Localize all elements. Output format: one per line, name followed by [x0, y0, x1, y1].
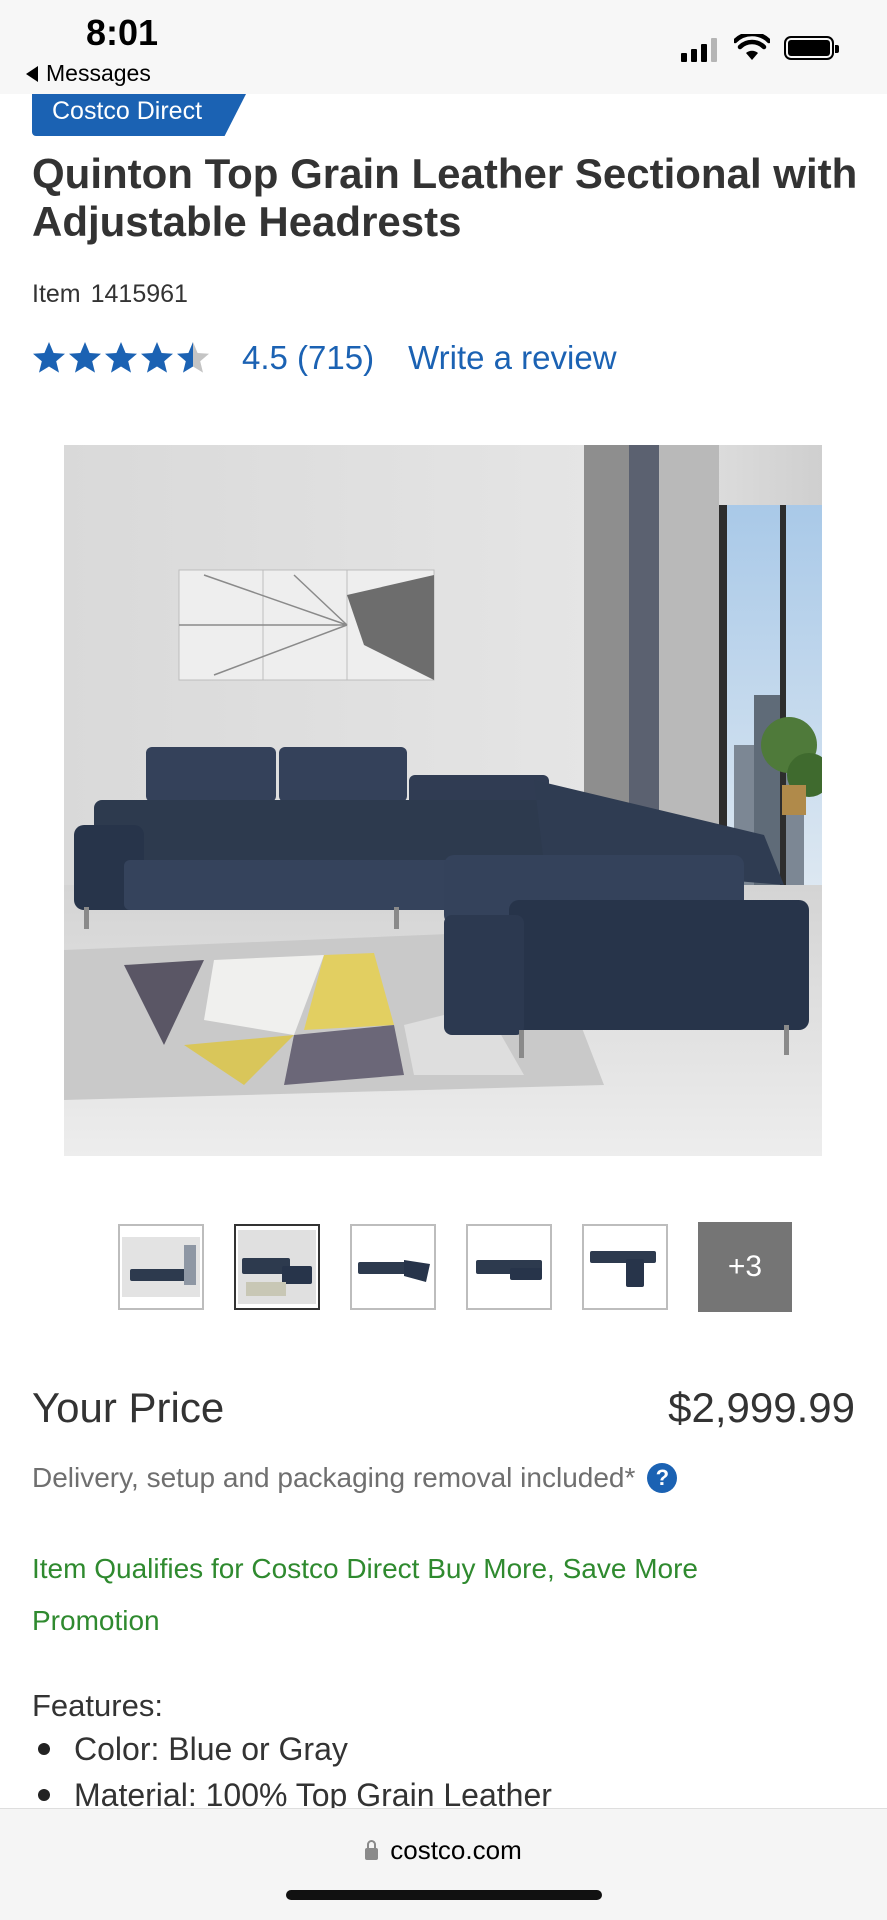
star-icon	[105, 342, 137, 373]
feature-item: Color: Blue or Gray	[32, 1726, 552, 1772]
features-list: Color: Blue or Gray Material: 100% Top G…	[32, 1726, 552, 1818]
costco-direct-badge: Costco Direct	[32, 94, 246, 136]
delivery-note-text: Delivery, setup and packaging removal in…	[32, 1462, 636, 1493]
bullet-icon	[38, 1743, 50, 1755]
item-label: Item	[32, 280, 81, 308]
price-value: $2,999.99	[668, 1384, 855, 1431]
thumbnail-active[interactable]	[234, 1224, 320, 1310]
question-circle-icon[interactable]: ?	[647, 1463, 678, 1493]
domain-text: costco.com	[390, 1835, 522, 1865]
thumbnail[interactable]	[466, 1224, 552, 1310]
product-title: Quinton Top Grain Leather Sectional with…	[32, 150, 858, 245]
address-display[interactable]: costco.com	[0, 1835, 887, 1866]
item-number-line: Item 1415961	[32, 280, 188, 309]
write-review-link[interactable]: Write a review	[408, 339, 616, 377]
thumbnail[interactable]	[118, 1224, 204, 1310]
battery-icon	[784, 36, 839, 60]
home-indicator[interactable]	[286, 1890, 602, 1900]
rating-summary-link[interactable]: 4.5 (715)	[242, 339, 374, 377]
wifi-icon	[734, 34, 770, 60]
browser-address-bar[interactable]: costco.com	[0, 1808, 887, 1920]
features-title: Features:	[32, 1688, 163, 1723]
review-count: (715)	[297, 339, 375, 376]
back-arrow-icon	[26, 65, 38, 82]
thumbnail-image	[238, 1230, 316, 1304]
item-number: 1415961	[90, 280, 188, 308]
feature-text: Color: Blue or Gray	[74, 1731, 348, 1767]
back-to-messages-button[interactable]: Messages	[26, 60, 151, 87]
thumbnail-image	[590, 1251, 656, 1287]
delivery-note: Delivery, setup and packaging removal in…	[32, 1462, 678, 1494]
status-bar: 8:01 Messages	[0, 0, 887, 94]
product-image[interactable]	[64, 445, 822, 1156]
thumbnail-image	[476, 1260, 542, 1280]
thumbnail-image	[358, 1260, 430, 1282]
star-rating[interactable]	[32, 341, 212, 375]
star-icon	[69, 342, 101, 373]
star-icon	[141, 342, 173, 373]
cellular-signal-icon	[681, 38, 717, 62]
thumbnail[interactable]	[582, 1224, 668, 1310]
more-images-button[interactable]: +3	[698, 1222, 792, 1312]
rating-row: 4.5 (715) Write a review	[32, 336, 617, 380]
back-app-label: Messages	[46, 60, 151, 86]
thumbnail-image	[122, 1237, 200, 1297]
lock-icon	[365, 1839, 379, 1860]
thumbnail[interactable]	[350, 1224, 436, 1310]
thumbnail-strip: +3	[118, 1222, 792, 1312]
status-time: 8:01	[86, 12, 159, 53]
star-icon	[177, 342, 209, 373]
bullet-icon	[38, 1789, 50, 1801]
rating-value: 4.5	[242, 339, 288, 376]
promo-link[interactable]: Item Qualifies for Costco Direct Buy Mor…	[32, 1543, 832, 1647]
star-icon	[33, 342, 65, 373]
price-label: Your Price	[32, 1384, 225, 1431]
